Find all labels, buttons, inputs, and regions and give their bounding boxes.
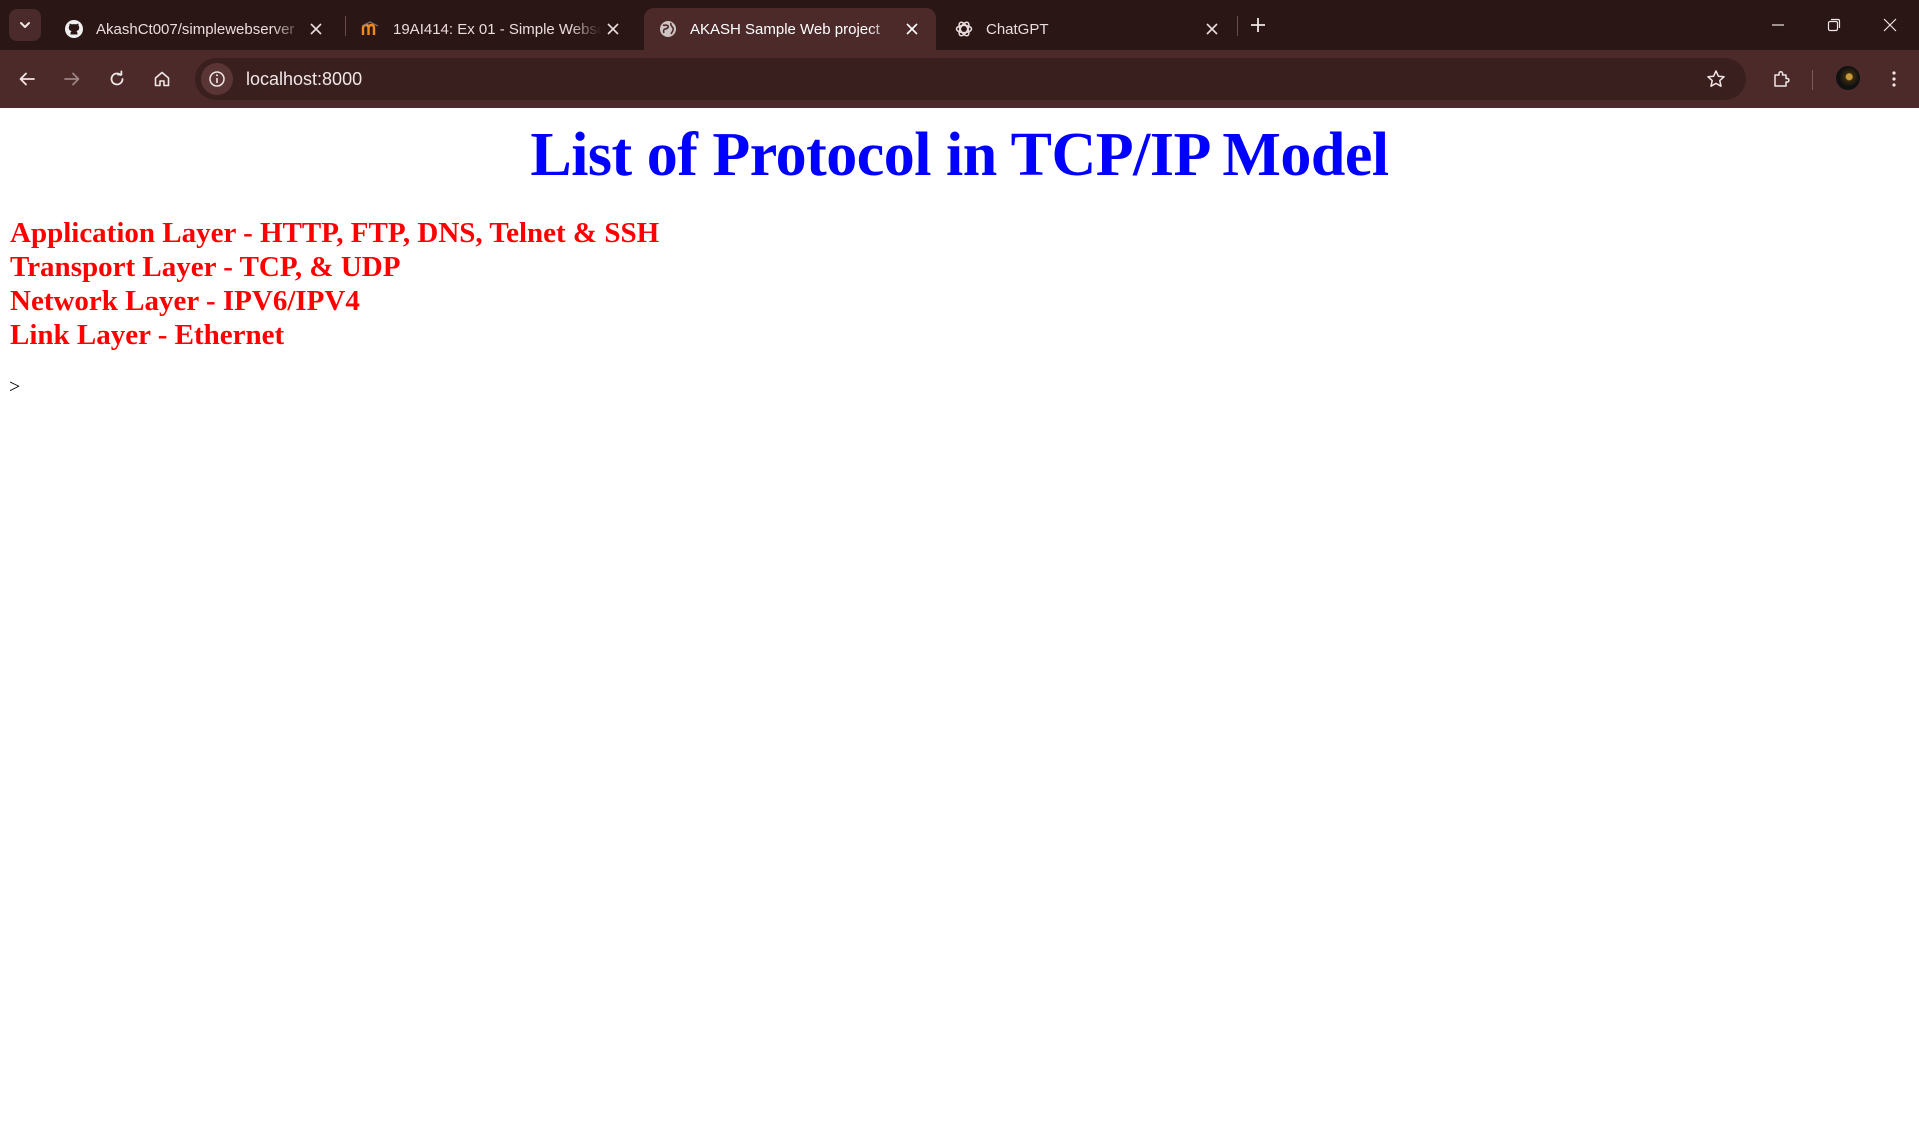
chevron-down-icon (20, 22, 30, 28)
new-tab-button[interactable] (1245, 12, 1271, 38)
address-url[interactable]: localhost:8000 (246, 69, 362, 90)
close-icon[interactable] (1200, 17, 1224, 41)
stray-text: > (9, 376, 21, 398)
toolbar-separator (1812, 70, 1813, 90)
page-content: List of Protocol in TCP/IP Model Applica… (0, 108, 1919, 1139)
puzzle-icon (1774, 70, 1790, 87)
moodle-icon (361, 19, 381, 39)
github-icon (64, 19, 84, 39)
list-item: Transport Layer - TCP, & UDP (10, 251, 401, 283)
list-item: Application Layer - HTTP, FTP, DNS, Teln… (10, 217, 660, 249)
restore-icon (1827, 18, 1841, 32)
close-icon[interactable] (304, 17, 328, 41)
protocol-layer-list: Application Layer - HTTP, FTP, DNS, Teln… (10, 216, 659, 352)
browser-toolbar: localhost:8000 (0, 50, 1919, 108)
reload-button[interactable] (99, 61, 135, 97)
reload-icon (110, 70, 124, 86)
tab-search-button[interactable] (9, 9, 41, 41)
page-title: List of Protocol in TCP/IP Model (530, 121, 1389, 189)
tab-separator (345, 16, 346, 36)
more-vert-icon (1892, 71, 1896, 87)
minimize-button[interactable] (1750, 0, 1806, 50)
star-icon (1707, 70, 1725, 87)
bookmark-star-button[interactable] (1704, 67, 1728, 91)
home-button[interactable] (144, 61, 180, 97)
profile-avatar[interactable] (1836, 66, 1860, 90)
forward-button[interactable] (54, 61, 90, 97)
tab-moodle[interactable]: 19AI414: Ex 01 - Simple Webserver (347, 8, 637, 50)
arrow-right-icon (64, 72, 80, 86)
tab-title: 19AI414: Ex 01 - Simple Webserver (393, 20, 601, 38)
restore-button[interactable] (1806, 0, 1862, 50)
menu-button[interactable] (1876, 61, 1912, 97)
info-icon (209, 71, 225, 87)
close-window-button[interactable] (1862, 0, 1918, 50)
tab-chatgpt[interactable]: ChatGPT (940, 8, 1236, 50)
address-bar[interactable]: localhost:8000 (195, 58, 1746, 100)
list-item: Network Layer - IPV6/IPV4 (10, 285, 360, 317)
site-info-button[interactable] (201, 63, 233, 95)
arrow-left-icon (19, 72, 35, 86)
tab-github[interactable]: AkashCt007/simplewebserver (50, 8, 340, 50)
tab-strip: AkashCt007/simplewebserver 19AI414: Ex 0… (0, 0, 1919, 50)
home-icon (154, 71, 170, 87)
extensions-button[interactable] (1764, 61, 1800, 97)
close-icon (1883, 18, 1897, 32)
list-item: Link Layer - Ethernet (10, 319, 285, 351)
globe-icon (658, 19, 678, 39)
close-icon[interactable] (900, 17, 924, 41)
minimize-icon (1772, 24, 1784, 26)
tab-akash-sample-web-project[interactable]: AKASH Sample Web project (644, 8, 936, 50)
close-icon[interactable] (601, 17, 625, 41)
chatgpt-icon (954, 19, 974, 39)
tab-separator (1237, 16, 1238, 36)
tab-title: ChatGPT (986, 20, 1049, 38)
back-button[interactable] (9, 61, 45, 97)
plus-icon (1251, 18, 1265, 32)
tab-title: AkashCt007/simplewebserver (96, 20, 295, 38)
tab-title: AKASH Sample Web project (690, 20, 880, 38)
